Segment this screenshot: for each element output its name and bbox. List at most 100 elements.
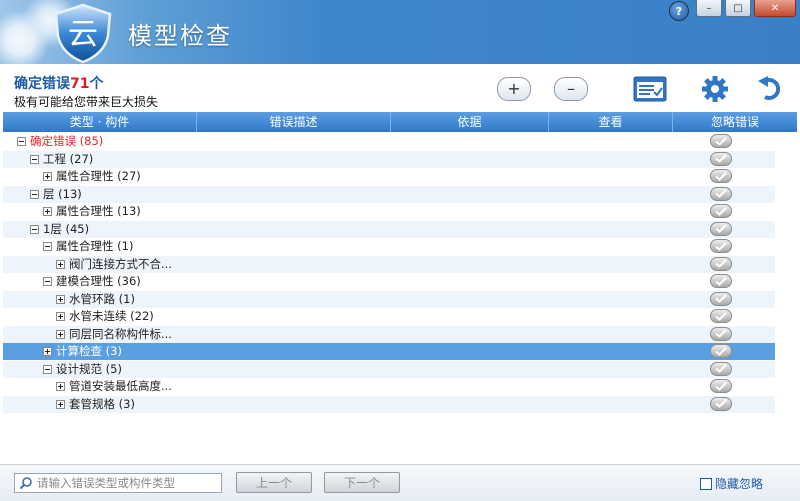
tree-row-label: 同层同名称构件标... [69,326,172,341]
check-icon [715,346,727,356]
ignore-error-button[interactable] [710,309,732,323]
ignore-error-button[interactable] [710,204,732,218]
expand-icon[interactable] [56,259,65,269]
shield-logo-icon: 云 [54,3,112,64]
collapse-all-button[interactable]: – [554,77,588,101]
tree-row[interactable]: 水管环路 (1) [3,290,775,308]
column-type[interactable]: 类型 · 构件 [3,112,197,132]
ignore-error-button[interactable] [710,134,732,148]
check-icon [715,171,727,181]
ignore-error-button[interactable] [710,326,732,341]
ignore-error-button[interactable] [710,186,732,201]
tree-row-label: 确定错误 (85) [30,134,104,148]
expand-icon[interactable] [43,347,52,356]
undo-icon [758,76,781,100]
collapse-icon[interactable] [30,154,39,164]
undo-button[interactable] [752,74,788,104]
tree-row-label: 属性合理性 (1) [56,239,134,253]
check-icon [715,276,727,286]
column-ignore[interactable]: 忽略错误 [673,112,797,132]
collapse-icon[interactable] [17,137,26,146]
ignore-error-button[interactable] [710,361,732,376]
collapse-icon[interactable] [43,277,52,286]
tree-row[interactable]: 计算检查 (3) [3,343,775,360]
column-view[interactable]: 查看 [549,112,673,132]
check-icon [715,294,727,303]
tree-row-label: 工程 (27) [43,151,94,166]
column-description[interactable]: 错误描述 [197,112,391,132]
ignore-error-button[interactable] [710,221,732,236]
column-header: 类型 · 构件 错误描述 依据 查看 忽略错误 [3,112,797,132]
ignore-error-button[interactable] [710,239,732,253]
check-icon [715,259,727,268]
check-icon [715,154,727,163]
next-button[interactable]: 下一个 [324,472,400,493]
tree-row[interactable]: 属性合理性 (27) [3,168,775,185]
tree-row[interactable]: 工程 (27) [3,150,775,168]
check-icon [715,399,727,408]
minimize-button[interactable]: – [696,0,722,17]
check-icon [715,381,727,391]
report-icon [633,76,667,102]
logo-text: 云 [68,17,98,52]
report-button[interactable] [632,74,668,104]
error-tree: 确定错误 (85) 工程 (27) 属性合理性 (27) 层 (13) 属性合理性 (1… [3,133,775,463]
hide-ignored-label: 隐藏忽略 [715,477,764,491]
tree-row[interactable]: 属性合理性 (13) [3,203,775,220]
check-icon [715,329,727,338]
expand-all-button[interactable]: + [497,77,531,101]
check-icon [715,136,727,146]
vertical-scrollbar[interactable] [776,132,797,464]
tree-row[interactable]: 建模合理性 (36) [3,273,775,290]
collapse-icon[interactable] [43,242,52,251]
tree-row[interactable]: 水管未连续 (22) [3,308,775,325]
tree-row[interactable]: 设计规范 (5) [3,360,775,378]
expand-icon[interactable] [43,172,52,181]
error-count: 71 [70,76,90,92]
expand-icon[interactable] [56,399,65,409]
expand-icon[interactable] [56,329,65,339]
check-icon [715,364,727,373]
ignore-error-button[interactable] [710,379,732,393]
expand-icon[interactable] [56,312,65,321]
expand-icon[interactable] [43,207,52,216]
tree-row[interactable]: 层 (13) [3,185,775,203]
ignore-error-button[interactable] [710,274,732,288]
expand-icon[interactable] [56,294,65,304]
tree-row[interactable]: 管道安装最低高度... [3,378,775,395]
help-button[interactable]: ? [669,1,689,21]
settings-button[interactable] [697,74,733,104]
tree-row[interactable]: 套管规格 (3) [3,395,775,413]
tree-row-label: 水管未连续 (22) [69,309,154,323]
tree-row[interactable]: 同层同名称构件标... [3,325,775,343]
tree-row[interactable]: 属性合理性 (1) [3,238,775,255]
tree-row[interactable]: 确定错误 (85) [3,133,775,150]
hide-ignored-toggle[interactable]: 隐藏忽略 [700,475,763,492]
summary-suffix: 个 [89,76,104,92]
tree-row[interactable]: 阀门连接方式不合... [3,255,775,273]
check-icon [715,311,727,321]
ignore-error-button[interactable] [710,169,732,183]
close-button[interactable]: ✕ [754,0,796,17]
ignore-error-button[interactable] [710,396,732,411]
maximize-button[interactable]: □ [725,0,751,17]
ignore-error-button[interactable] [710,291,732,306]
tree-row[interactable]: 1层 (45) [3,220,775,238]
column-basis[interactable]: 依据 [391,112,549,132]
collapse-icon[interactable] [30,224,39,234]
collapse-icon[interactable] [30,189,39,199]
summary-panel: 确定错误71个 极有可能给您带来巨大损失 [0,64,800,112]
tree-row-label: 套管规格 (3) [69,396,135,411]
check-icon [715,241,727,251]
ignore-error-button[interactable] [710,151,732,166]
previous-button[interactable]: 上一个 [236,472,312,493]
search-field[interactable]: 请输入错误类型或构件类型 [14,473,222,493]
search-icon [19,477,32,490]
ignore-error-button[interactable] [710,344,732,358]
hide-ignored-checkbox[interactable] [700,477,712,490]
collapse-icon[interactable] [43,364,52,374]
check-icon [715,189,727,198]
ignore-error-button[interactable] [710,256,732,271]
window-title: 模型检查 [128,22,232,50]
expand-icon[interactable] [56,382,65,391]
